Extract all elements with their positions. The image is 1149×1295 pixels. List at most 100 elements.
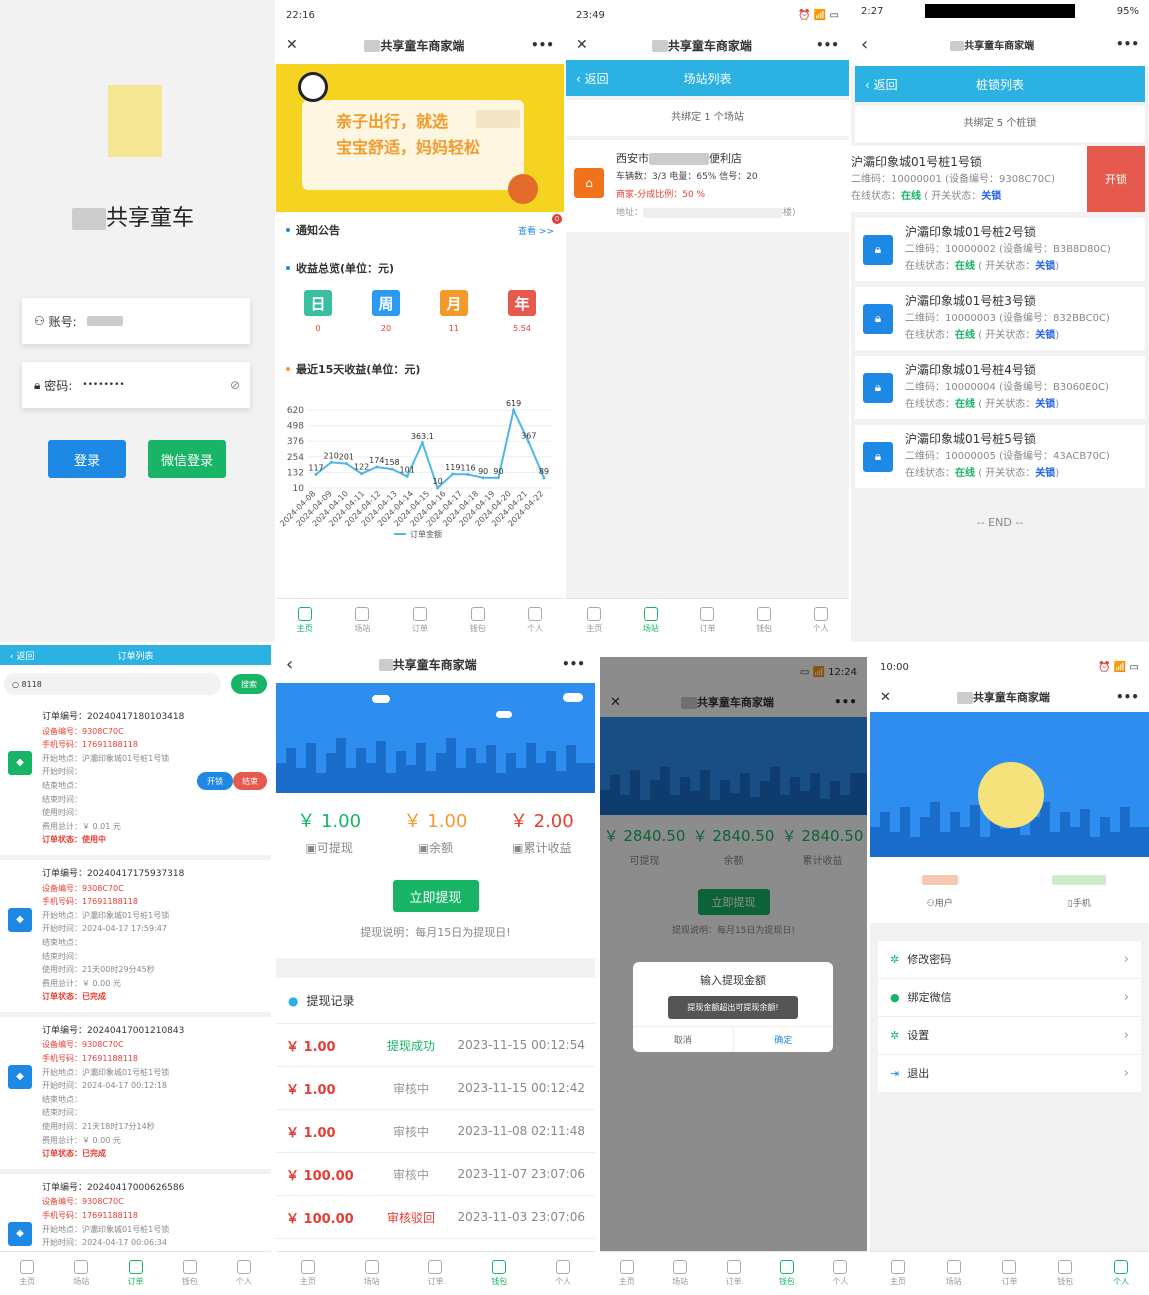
avatar[interactable] — [978, 762, 1044, 828]
order-icon: ◆ — [8, 907, 32, 932]
withdraw-record-row: ￥ 1.00 审核中 2023-11-15 00:12:42 — [276, 1067, 595, 1110]
tab-wallet[interactable]: 钱包 — [1037, 1252, 1093, 1295]
count-text: 共绑定 1 个场站 — [566, 100, 849, 136]
withdraw-button[interactable]: 立即提现 — [392, 880, 479, 912]
confirm-button[interactable]: 确定 — [734, 1027, 834, 1052]
phone-label: 手机 — [1072, 898, 1091, 909]
banner[interactable]: 亲子出行，就选 宝宝舒适，妈妈轻松 — [276, 64, 564, 212]
tab-profile[interactable]: 个人 — [506, 599, 564, 642]
lock-card[interactable]: 🔒︎ 沪灞印象城01号桩4号锁 二维码：10000004 (设备编号：B3060E… — [855, 356, 1145, 419]
tab-home[interactable]: 主页 — [566, 599, 623, 642]
tab-wallet[interactable]: 钱包 — [760, 1252, 813, 1295]
tab-profile[interactable]: 个人 — [531, 1252, 595, 1295]
station-name: 西安市 — [616, 152, 649, 165]
close-icon[interactable]: ✕ — [286, 37, 298, 53]
back-icon[interactable]: ‹ — [286, 654, 293, 675]
login-button[interactable]: 登录 — [48, 440, 126, 478]
status-time: 10:00 — [880, 661, 909, 673]
withdraw-record-row: ￥ 100.00 审核中 2023-11-07 23:07:06 — [276, 1153, 595, 1196]
menu-logout[interactable]: ⇥ 退出 › — [878, 1054, 1141, 1093]
notice-label: 通知公告 — [296, 224, 340, 237]
tab-orders[interactable]: 订单 — [108, 1252, 162, 1295]
tab-home[interactable]: 主页 — [870, 1252, 926, 1295]
back-button[interactable]: ‹ 返回 — [10, 649, 34, 662]
back-icon[interactable]: ‹ — [861, 34, 868, 55]
order-icon — [412, 607, 427, 621]
tab-home[interactable]: 主页 — [600, 1252, 653, 1295]
tab-orders[interactable]: 订单 — [391, 599, 449, 642]
tab-profile[interactable]: 个人 — [217, 1252, 271, 1295]
record-status: 审核中 — [392, 1081, 429, 1096]
tab-home[interactable]: 主页 — [0, 1252, 54, 1295]
tab-bar: 主页 场站 订单 钱包 个人 — [276, 598, 564, 642]
menu-settings[interactable]: ✲ 设置 › — [878, 1016, 1141, 1055]
open-order-button[interactable]: 开锁 — [197, 772, 233, 790]
tab-orders[interactable]: 订单 — [404, 1252, 468, 1295]
order-card[interactable]: ◆ 订单编号：20240417001210843 设备编号：9308C70C 手… — [0, 1016, 271, 1174]
period-month[interactable]: 月 11 — [440, 290, 468, 333]
menu-change-password[interactable]: ✲ 修改密码 › — [878, 940, 1141, 979]
more-icon[interactable]: ••• — [562, 657, 585, 671]
period-day[interactable]: 日0 — [304, 290, 332, 333]
more-icon[interactable]: ••• — [1116, 37, 1139, 51]
search-button[interactable]: 搜索 — [231, 674, 267, 694]
tab-orders[interactable]: 订单 — [707, 1252, 760, 1295]
password-field[interactable]: 🔒︎ 密码: •••••••• ⊘ — [22, 362, 250, 408]
tab-stations[interactable]: 场站 — [340, 1252, 404, 1295]
order-card[interactable]: ◆ 订单编号：20240417175937318 设备编号：9308C70C 手… — [0, 859, 271, 1017]
tab-stations[interactable]: 场站 — [54, 1252, 108, 1295]
withdraw-record-row: ￥ 100.00 审核驳回 2023-11-03 23:07:06 — [276, 1196, 595, 1239]
end-order-button[interactable]: 结束 — [233, 772, 267, 790]
record-amount: ￥ 1.00 — [286, 1082, 336, 1098]
open-lock-button[interactable]: 开锁 — [1087, 146, 1145, 212]
period-week[interactable]: 周 20 — [372, 290, 400, 333]
cloud-icon — [496, 711, 512, 718]
nav-title: 共享童车商家端 — [964, 40, 1035, 52]
page-title: 桩锁列表 — [975, 77, 1024, 92]
tab-stations[interactable]: 场站 — [926, 1252, 982, 1295]
tab-orders[interactable]: 订单 — [982, 1252, 1038, 1295]
count-text: 共绑定 5 个桩锁 — [855, 106, 1145, 142]
period-year[interactable]: 年 5.54 — [508, 290, 536, 333]
wechat-login-button[interactable]: 微信登录 — [148, 440, 226, 478]
back-button[interactable]: ‹ 返回 — [576, 70, 609, 87]
tab-stations[interactable]: 场站 — [653, 1252, 706, 1295]
tab-home[interactable]: 主页 — [276, 1252, 340, 1295]
more-icon[interactable]: ••• — [1116, 690, 1139, 704]
tab-profile[interactable]: 个人 — [1093, 1252, 1149, 1295]
menu-bind-wechat[interactable]: ● 绑定微信 › — [878, 978, 1141, 1017]
tab-profile[interactable]: 个人 — [792, 599, 849, 642]
search-input[interactable]: ○ 8118 — [4, 673, 221, 695]
password-label: 密码: — [44, 378, 73, 393]
record-time: 2023-11-15 00:12:42 — [457, 1081, 585, 1095]
tab-stations[interactable]: 场站 — [623, 599, 680, 642]
close-icon[interactable]: ✕ — [576, 37, 588, 53]
back-button[interactable]: ‹ 返回 — [865, 76, 898, 93]
tab-wallet[interactable]: 钱包 — [467, 1252, 531, 1295]
page-header: ‹ 返回 桩锁列表 — [855, 66, 1145, 102]
close-icon[interactable]: ✕ — [880, 690, 891, 705]
locks-screen: 2:27 95% ‹ 共享童车商家端 ••• ‹ 返回 桩锁列表 共绑定 5 个桩… — [851, 0, 1149, 642]
lock-icon: 🔒︎ — [863, 372, 893, 403]
lock-card[interactable]: 沪灞印象城01号桩1号锁 二维码：10000001 (设备编号：9308C70C… — [851, 146, 1145, 212]
tab-orders[interactable]: 订单 — [679, 599, 736, 642]
account-field[interactable]: ⚇ 账号: — [22, 298, 250, 344]
notice-more-link[interactable]: 查看 >> — [518, 224, 554, 237]
tab-home[interactable]: 主页 — [276, 599, 334, 642]
tab-wallet[interactable]: 钱包 — [449, 599, 507, 642]
lock-card[interactable]: 🔒︎ 沪灞印象城01号桩3号锁 二维码：10000003 (设备编号：832BBC… — [855, 287, 1145, 350]
cancel-button[interactable]: 取消 — [633, 1027, 734, 1052]
tab-stations[interactable]: 场站 — [334, 599, 392, 642]
data-label: 89 — [539, 467, 549, 476]
lock-card[interactable]: 🔒︎ 沪灞印象城01号桩5号锁 二维码：10000005 (设备编号：43ACB7… — [855, 425, 1145, 488]
order-icon — [700, 607, 715, 621]
more-icon[interactable]: ••• — [816, 38, 839, 52]
more-icon[interactable]: ••• — [531, 38, 554, 52]
tab-wallet[interactable]: 钱包 — [163, 1252, 217, 1295]
eye-off-icon[interactable]: ⊘ — [230, 378, 240, 392]
tab-wallet[interactable]: 钱包 — [736, 599, 793, 642]
station-card[interactable]: ⌂ 西安市 便利店 车辆数：3/3 电量：65% 信号：20 商家-分成比例：50… — [566, 140, 849, 232]
lock-card[interactable]: 🔒︎ 沪灞印象城01号桩2号锁 二维码：10000002 (设备编号：B3B8D8… — [855, 218, 1145, 281]
tab-profile[interactable]: 个人 — [814, 1252, 867, 1295]
status-time: 2:27 — [861, 5, 884, 17]
